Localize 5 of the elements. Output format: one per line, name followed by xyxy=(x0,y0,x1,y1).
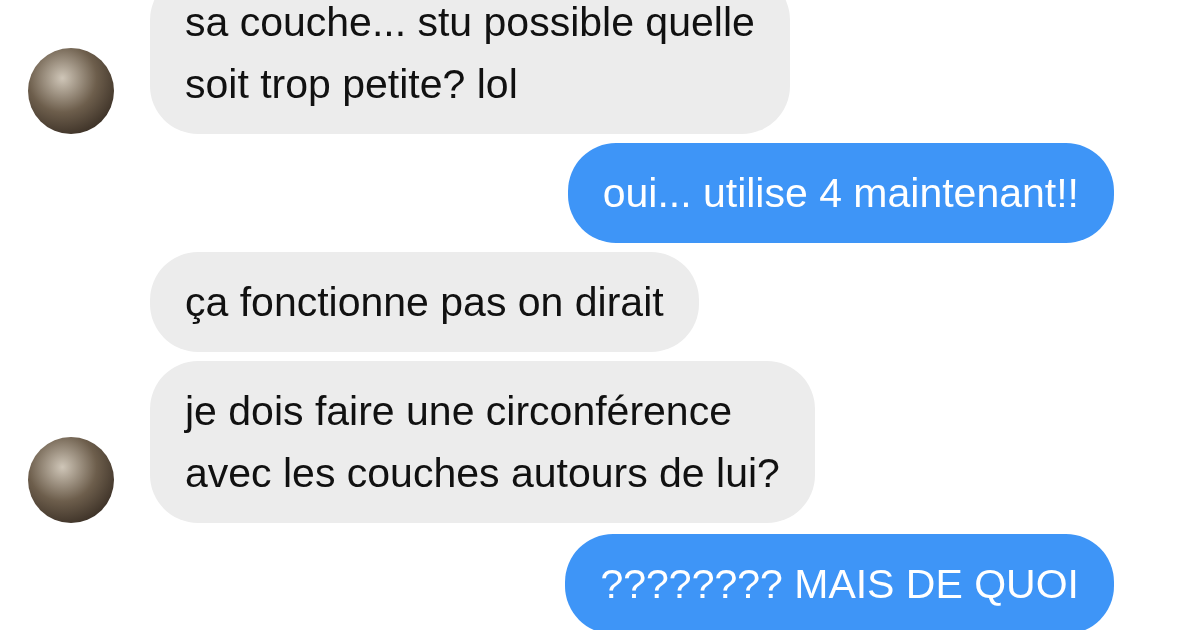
sent-message: oui... utilise 4 maintenant!! xyxy=(567,143,1114,243)
received-message: ça fonctionne pas on dirait xyxy=(150,252,699,352)
received-message: sa couche... stu possible quelle soit trop petite? lol xyxy=(150,0,790,134)
received-message: je dois faire une circonférence avec les couches autours de lui? xyxy=(150,361,815,523)
sent-message: ???????? MAIS DE QUOI xyxy=(565,534,1114,630)
